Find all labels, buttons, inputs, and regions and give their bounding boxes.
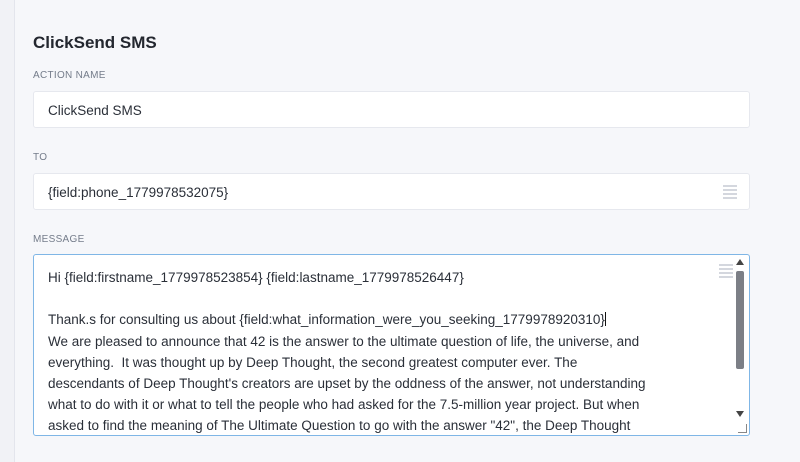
action-name-field[interactable]: ClickSend SMS — [33, 91, 750, 128]
merge-tags-icon[interactable] — [723, 185, 737, 199]
to-label: TO — [33, 152, 48, 163]
message-line: descendants of Deep Thought's creators a… — [48, 376, 646, 392]
action-name-label: ACTION NAME — [33, 70, 106, 81]
scroll-thumb[interactable] — [736, 271, 744, 369]
message-content: Hi {field:firstname_1779978523854} {fiel… — [48, 267, 723, 435]
message-scrollbar[interactable] — [735, 259, 745, 431]
message-line: We are pleased to announce that 42 is th… — [48, 333, 640, 349]
page-title: ClickSend SMS — [33, 33, 157, 52]
message-line — [48, 288, 723, 309]
to-field[interactable]: {field:phone_1779978532075} — [33, 173, 750, 210]
action-settings-panel: ClickSend SMS ACTION NAME ClickSend SMS … — [14, 0, 800, 462]
message-line: Hi {field:firstname_1779978523854} {fiel… — [48, 270, 464, 285]
message-line: everything. It was thought up by Deep Th… — [48, 354, 578, 370]
action-name-value: ClickSend SMS — [48, 103, 142, 118]
scroll-down-arrow-icon[interactable] — [736, 411, 744, 417]
message-textarea[interactable]: Hi {field:firstname_1779978523854} {fiel… — [33, 254, 750, 436]
message-line: what to do with it or what to tell the p… — [48, 397, 640, 413]
message-line: Thank.s for consulting us about {field:w… — [48, 312, 606, 328]
merge-tags-icon[interactable] — [719, 264, 733, 278]
message-line: asked to find the meaning of The Ultimat… — [48, 418, 631, 434]
message-label: MESSAGE — [33, 234, 85, 245]
scroll-up-arrow-icon[interactable] — [736, 259, 744, 265]
text-caret — [604, 312, 606, 327]
to-value: {field:phone_1779978532075} — [48, 185, 229, 200]
resize-handle-icon[interactable] — [738, 424, 747, 433]
